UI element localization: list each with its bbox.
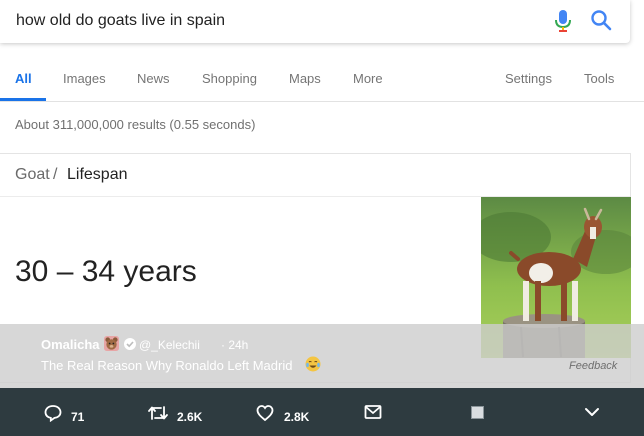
tab-more[interactable]: More: [353, 71, 383, 86]
breadcrumb-current: Lifespan: [67, 166, 128, 183]
retweet-button[interactable]: 2.6K: [148, 388, 218, 436]
answer-value: 30 – 34 years: [15, 255, 197, 288]
direct-message-button[interactable]: [364, 388, 384, 436]
image-icon: [471, 406, 484, 419]
more-options-button[interactable]: [584, 388, 602, 436]
tab-settings[interactable]: Settings: [505, 71, 552, 86]
tweet-timestamp: · 24h: [221, 338, 249, 352]
search-tabs: All Images News Shopping Maps More Setti…: [0, 60, 644, 102]
screenshot: how old do goats live in spain All Image…: [0, 0, 644, 436]
tweet-handle[interactable]: @_Kelechii: [139, 338, 200, 352]
tweet-text: The Real Reason Why Ronaldo Left Madrid: [41, 358, 293, 373]
like-button[interactable]: 2.8K: [256, 388, 326, 436]
crying-laugh-emoji-icon: [305, 356, 321, 372]
tweet-author-name[interactable]: Omalicha: [41, 337, 100, 352]
feedback-link[interactable]: Feedback: [569, 360, 617, 372]
tab-tools[interactable]: Tools: [584, 71, 614, 86]
mic-icon[interactable]: [553, 9, 573, 33]
heart-icon: [256, 405, 274, 422]
breadcrumb-separator: /: [53, 166, 58, 183]
retweet-count: 2.6K: [177, 410, 203, 424]
tweet-action-bar: 71 2.6K 2.8K: [0, 388, 644, 436]
tab-all[interactable]: All: [15, 71, 32, 86]
verified-icon: [124, 338, 136, 350]
tab-maps[interactable]: Maps: [289, 71, 321, 86]
breadcrumb-parent-link[interactable]: Goat: [15, 166, 50, 184]
tweet-overlay[interactable]: Omalicha @_Kelechii · 24h The Real Reaso…: [0, 324, 644, 388]
reply-icon: [44, 405, 62, 422]
breadcrumb: Goat / Lifespan: [0, 154, 630, 197]
mail-icon: [364, 405, 382, 419]
image-button[interactable]: [471, 388, 487, 436]
chevron-down-icon: [585, 408, 599, 416]
like-count: 2.8K: [284, 410, 310, 424]
search-input[interactable]: how old do goats live in spain: [16, 12, 225, 30]
reply-count: 71: [71, 410, 85, 424]
search-icon[interactable]: [590, 9, 612, 31]
search-bar[interactable]: how old do goats live in spain: [0, 0, 630, 43]
tab-shopping[interactable]: Shopping: [202, 71, 257, 86]
active-tab-indicator: [0, 98, 46, 101]
tab-images[interactable]: Images: [63, 71, 106, 86]
reply-button[interactable]: 71: [44, 388, 94, 436]
result-stats: About 311,000,000 results (0.55 seconds): [15, 117, 256, 132]
tab-news[interactable]: News: [137, 71, 170, 86]
bear-emoji-icon: [104, 336, 119, 351]
retweet-icon: [148, 406, 168, 420]
